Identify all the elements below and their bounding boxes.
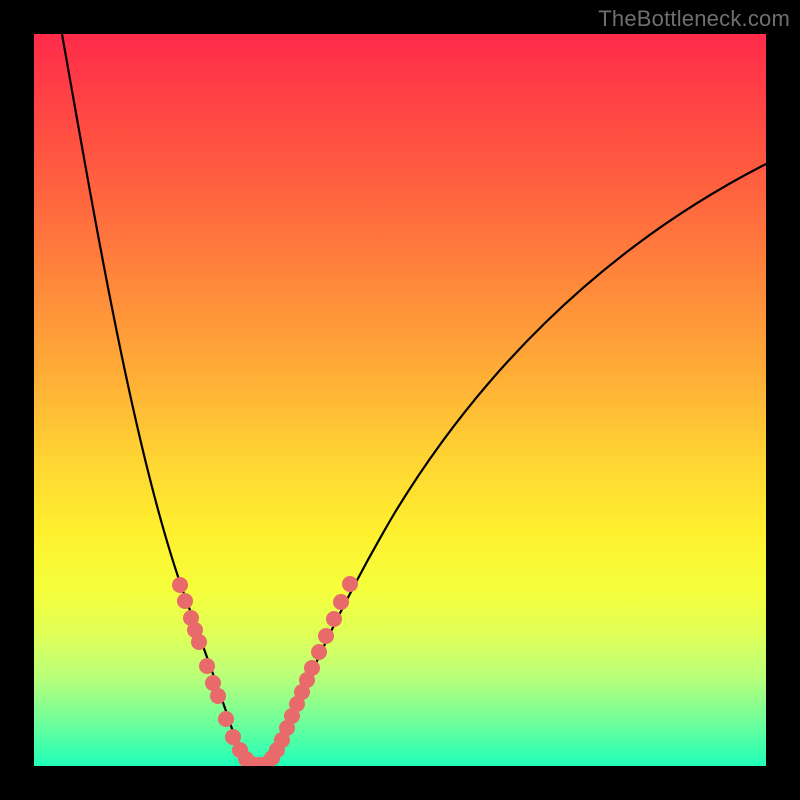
data-point xyxy=(191,634,207,650)
data-point xyxy=(311,644,327,660)
data-points-group xyxy=(172,576,358,766)
chart-svg xyxy=(34,34,766,766)
data-point xyxy=(304,660,320,676)
data-point xyxy=(318,628,334,644)
data-point xyxy=(177,593,193,609)
data-point xyxy=(172,577,188,593)
data-point xyxy=(333,594,349,610)
data-point xyxy=(199,658,215,674)
data-point xyxy=(326,611,342,627)
right-curve-line xyxy=(256,164,766,766)
watermark-text: TheBottleneck.com xyxy=(598,6,790,32)
data-point xyxy=(210,688,226,704)
data-point xyxy=(342,576,358,592)
data-point xyxy=(218,711,234,727)
left-curve-line xyxy=(62,34,256,766)
chart-plot-area xyxy=(34,34,766,766)
